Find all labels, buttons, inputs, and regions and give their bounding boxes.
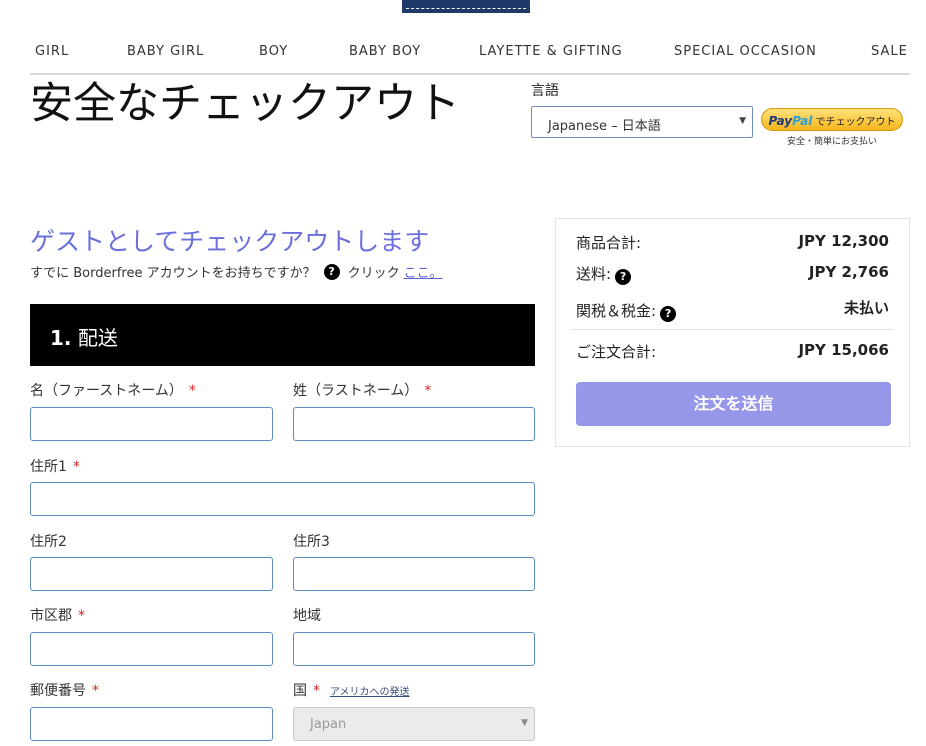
login-link[interactable]: ここ。 bbox=[404, 266, 443, 281]
submit-order-button[interactable]: 注文を送信 bbox=[576, 382, 891, 426]
region-field[interactable] bbox=[293, 632, 535, 666]
city-field[interactable] bbox=[30, 632, 273, 666]
chevron-down-icon: ▼ bbox=[521, 718, 528, 728]
country-value: Japan bbox=[310, 717, 347, 732]
required-marker: * bbox=[72, 459, 80, 475]
address3-label: 住所3 bbox=[293, 534, 330, 550]
nav-item-sale[interactable]: SALE bbox=[871, 44, 908, 59]
duties-value: 未払い bbox=[843, 299, 889, 317]
city-label-text: 市区郡 bbox=[30, 608, 72, 624]
duties-label: 関税＆税金:? bbox=[576, 300, 677, 322]
shipping-label: 送料:? bbox=[576, 263, 632, 285]
nav-item-special-occasion[interactable]: SPECIAL OCCASION bbox=[674, 44, 817, 59]
first-name-label-text: 名（ファーストネーム） bbox=[30, 383, 183, 399]
section-title: 配送 bbox=[77, 326, 118, 350]
language-select[interactable]: Japanese – 日本語 ▼ bbox=[531, 106, 753, 138]
chevron-down-icon: ▼ bbox=[739, 116, 746, 126]
country-select[interactable]: Japan ▼ bbox=[293, 707, 535, 741]
required-marker: * bbox=[424, 383, 432, 399]
guest-checkout-title: ゲストとしてチェックアウトします bbox=[30, 227, 430, 256]
shipping-value: JPY 2,766 bbox=[808, 263, 889, 281]
subtotal-value: JPY 12,300 bbox=[798, 232, 889, 250]
address1-label: 住所1 * bbox=[30, 456, 80, 476]
address2-label: 住所2 bbox=[30, 534, 67, 550]
nav-item-layette-gifting[interactable]: LAYETTE & GIFTING bbox=[479, 44, 623, 59]
help-icon[interactable]: ? bbox=[660, 306, 677, 322]
shipping-label-text: 送料: bbox=[576, 265, 612, 283]
paypal-checkout-button[interactable]: PayPal でチェックアウト bbox=[761, 108, 903, 131]
paypal-button-label: でチェックアウト bbox=[815, 117, 896, 128]
total-value: JPY 15,066 bbox=[798, 341, 889, 359]
last-name-label: 姓（ラストネーム） * bbox=[293, 380, 431, 400]
shipping-section-header: 1. 配送 bbox=[30, 304, 535, 366]
last-name-field[interactable] bbox=[293, 407, 535, 441]
required-marker: * bbox=[78, 608, 85, 624]
top-navigation: GIRL BABY GIRL BOY BABY BOY LAYETTE & GI… bbox=[30, 44, 910, 75]
account-prompt: すでに Borderfree アカウントをお持ちですか？? クリック ここ。 bbox=[30, 262, 443, 281]
us-shipping-link[interactable]: アメリカへの発送 bbox=[330, 687, 410, 698]
section-number: 1. bbox=[50, 326, 72, 350]
address3-field[interactable] bbox=[293, 557, 535, 591]
total-label: ご注文合計: bbox=[576, 343, 657, 361]
nav-item-girl[interactable]: GIRL bbox=[35, 44, 69, 59]
required-marker: * bbox=[92, 683, 99, 699]
postal-code-label: 郵便番号 * bbox=[30, 680, 99, 700]
last-name-label-text: 姓（ラストネーム） bbox=[293, 383, 419, 399]
page-title: 安全なチェックアウト bbox=[30, 79, 460, 129]
nav-item-baby-boy[interactable]: BABY BOY bbox=[349, 44, 421, 59]
first-name-field[interactable] bbox=[30, 407, 273, 441]
account-question: すでに Borderfree アカウントをお持ちですか？ bbox=[30, 266, 316, 281]
required-marker: * bbox=[313, 683, 320, 699]
region-label: 地域 bbox=[293, 608, 321, 624]
required-marker: * bbox=[188, 383, 196, 399]
first-name-label: 名（ファーストネーム） * bbox=[30, 380, 196, 400]
paypal-subtext: 安全・簡単にお支払い bbox=[786, 137, 877, 147]
subtotal-label: 商品合計: bbox=[576, 234, 642, 252]
click-text: クリック bbox=[347, 266, 400, 281]
language-selected-value: Japanese – 日本語 bbox=[548, 119, 661, 134]
postal-code-field[interactable] bbox=[30, 707, 273, 741]
city-label: 市区郡 * bbox=[30, 605, 85, 625]
paypal-logo-pay: Pay bbox=[768, 114, 793, 128]
address2-field[interactable] bbox=[30, 557, 273, 591]
nav-item-baby-girl[interactable]: BABY GIRL bbox=[127, 44, 204, 59]
address1-field[interactable] bbox=[30, 482, 535, 516]
language-label: 言語 bbox=[531, 83, 559, 99]
country-label: 国 * アメリカへの発送 bbox=[293, 680, 410, 700]
address1-label-text: 住所1 bbox=[30, 459, 67, 475]
brand-logo[interactable] bbox=[402, 0, 530, 13]
postal-code-label-text: 郵便番号 bbox=[30, 683, 86, 699]
paypal-logo-pal: Pal bbox=[792, 114, 813, 128]
duties-label-text: 関税＆税金: bbox=[576, 302, 657, 320]
nav-item-boy[interactable]: BOY bbox=[259, 44, 288, 59]
country-label-text: 国 bbox=[293, 683, 307, 699]
help-icon[interactable]: ? bbox=[323, 264, 340, 280]
order-summary: 商品合計: JPY 12,300 送料:? JPY 2,766 関税＆税金:? … bbox=[555, 218, 910, 447]
summary-divider bbox=[571, 329, 894, 330]
help-icon[interactable]: ? bbox=[615, 269, 632, 285]
